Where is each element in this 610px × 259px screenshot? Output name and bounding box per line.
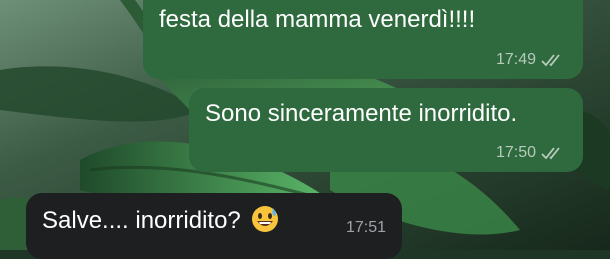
message-text: Salve.... inorridito? (42, 205, 279, 235)
message-meta: 17:50 (496, 144, 567, 162)
message-text-content: Salve.... inorridito? (42, 207, 241, 234)
read-double-check-icon (541, 54, 560, 67)
message-time: 17:49 (495, 51, 536, 68)
grinning-face-with-sweat-icon (252, 206, 279, 232)
outgoing-message-bubble[interactable]: Sono sinceramente inorridito. 17:50 (189, 88, 583, 172)
message-text: Sono sinceramente inorridito. (205, 100, 518, 127)
message-meta: 17:51 (346, 219, 386, 237)
incoming-message-bubble[interactable]: Salve.... inorridito? 17:51 (26, 193, 402, 259)
message-meta: 17:49 (496, 51, 567, 69)
read-double-check-icon (541, 147, 560, 160)
message-time: 17:50 (495, 144, 536, 161)
outgoing-message-bubble[interactable]: gg festa della mamma venerdì!!!! 17:49 (143, 0, 583, 79)
message-time: 17:51 (345, 219, 386, 236)
message-text: festa della mamma venerdì!!!! (159, 6, 476, 33)
